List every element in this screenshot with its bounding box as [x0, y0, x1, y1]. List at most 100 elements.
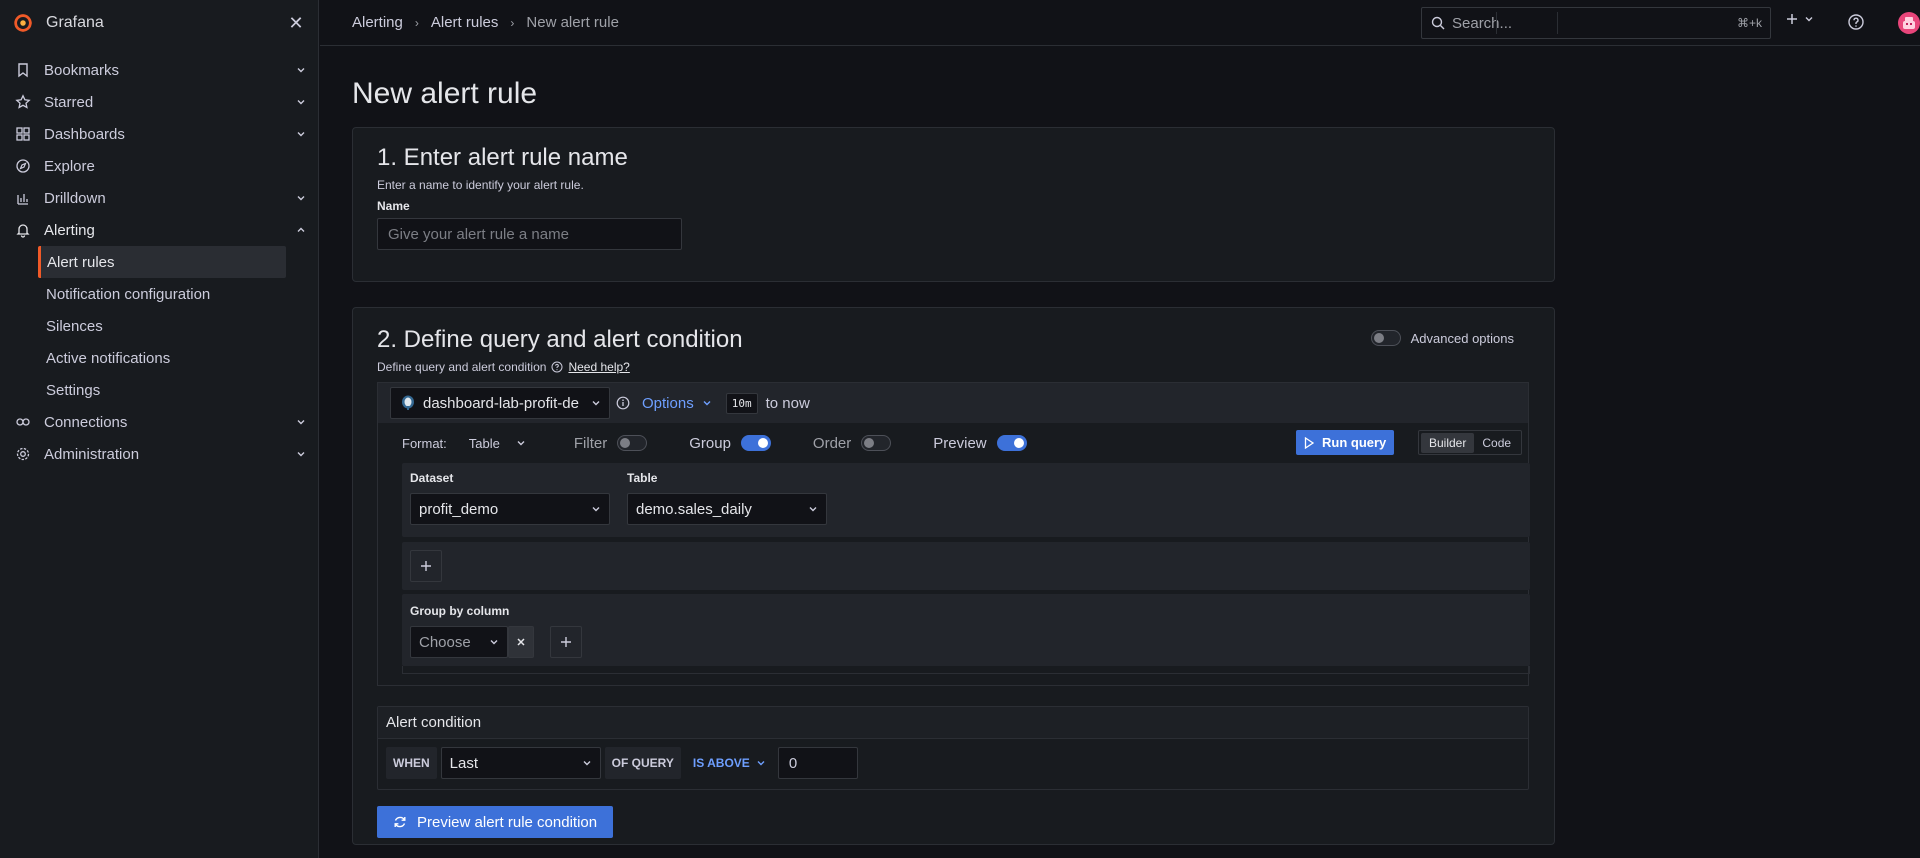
refresh-icon: [394, 816, 406, 828]
compass-icon: [14, 157, 32, 175]
close-menu-icon[interactable]: ✕: [286, 13, 306, 34]
chevron-down-icon[interactable]: [294, 191, 308, 205]
new-menu-button[interactable]: [1784, 11, 1814, 27]
search-placeholder: Search...: [1452, 14, 1513, 32]
query-options-button[interactable]: Options: [642, 395, 712, 412]
columns-panel: [402, 542, 1530, 590]
chevron-down-icon[interactable]: [294, 95, 308, 109]
breadcrumb-current: New alert rule: [526, 14, 619, 31]
sidebar-item-dashboards[interactable]: Dashboards: [0, 118, 318, 150]
nav-menu: Bookmarks Starred Dashboards Explore Dri…: [0, 54, 318, 470]
sidebar-item-explore[interactable]: Explore: [0, 150, 318, 182]
add-column-button[interactable]: [410, 550, 442, 582]
time-range-suffix: to now: [765, 394, 810, 412]
filter-switch: Filter: [574, 435, 648, 452]
search-bar[interactable]: Search... ⌘+k: [1421, 7, 1771, 39]
table-select[interactable]: demo.sales_daily: [627, 493, 827, 525]
advanced-options-toggle[interactable]: [1370, 330, 1401, 346]
sidebar-item-drilldown[interactable]: Drilldown: [0, 182, 318, 214]
mode-code-button[interactable]: Code: [1474, 433, 1519, 453]
help-circle-icon: [551, 361, 563, 373]
format-selector[interactable]: Format: Table: [402, 436, 526, 451]
chevron-down-icon: [809, 507, 817, 512]
add-group-by-button[interactable]: [550, 626, 582, 658]
chevron-down-icon[interactable]: [294, 447, 308, 461]
info-icon[interactable]: [616, 396, 630, 410]
alert-condition-title: Alert condition: [378, 707, 1528, 739]
chevron-down-icon: [703, 401, 711, 406]
when-keyword: WHEN: [386, 747, 437, 779]
rule-name-input[interactable]: [377, 218, 682, 250]
filter-toggle[interactable]: [617, 435, 648, 451]
sidebar-item-label: Drilldown: [44, 189, 106, 207]
format-label: Format:: [402, 435, 447, 451]
bell-icon: [14, 221, 32, 239]
sidebar-subitem-silences[interactable]: Silences: [38, 310, 286, 342]
format-value: Table: [468, 435, 500, 451]
chevron-down-icon: [583, 761, 591, 766]
run-query-button[interactable]: Run query: [1296, 430, 1395, 455]
close-icon: [517, 638, 525, 646]
chevron-down-icon[interactable]: [294, 415, 308, 429]
grafana-logo-icon[interactable]: [12, 12, 34, 34]
group-label: Group: [689, 434, 731, 452]
user-avatar[interactable]: [1898, 12, 1920, 34]
query-header: dashboard-lab-profit-de Options 10m to n…: [378, 383, 1528, 423]
need-help-link[interactable]: Need help?: [568, 360, 629, 374]
help-icon[interactable]: [1847, 13, 1865, 31]
of-query-keyword: OF QUERY: [604, 747, 681, 779]
sidebar-item-label: Bookmarks: [44, 61, 120, 79]
order-toggle[interactable]: [861, 435, 892, 451]
section-subtitle: Enter a name to identify your alert rule…: [377, 178, 584, 192]
preview-toggle[interactable]: [996, 435, 1027, 451]
sidebar-subitem-settings[interactable]: Settings: [38, 374, 286, 406]
postgresql-icon: [402, 395, 414, 410]
sidebar-subitem-alert-rules[interactable]: Alert rules: [38, 246, 286, 278]
chevron-down-icon[interactable]: [294, 63, 308, 77]
preview-switch: Preview: [933, 435, 1027, 452]
preview-condition-button[interactable]: Preview alert rule condition: [377, 806, 614, 838]
group-toggle[interactable]: [740, 435, 771, 451]
sidebar-item-administration[interactable]: Administration: [0, 438, 318, 470]
page-title: New alert rule: [352, 77, 538, 110]
chevron-down-icon: [757, 761, 765, 766]
editor-mode-switch: Builder Code: [1418, 430, 1523, 455]
reducer-select[interactable]: Last: [440, 747, 601, 779]
mode-builder-button[interactable]: Builder: [1421, 432, 1475, 453]
dataset-label: Dataset: [410, 471, 454, 485]
threshold-input[interactable]: [777, 747, 858, 779]
section-subtitle-row: Define query and alert condition Need he…: [377, 360, 743, 374]
sidebar-subitem-active-notifications[interactable]: Active notifications: [38, 342, 286, 374]
play-icon: [1304, 436, 1314, 449]
datasource-picker[interactable]: dashboard-lab-profit-de: [390, 387, 610, 419]
plus-icon: [561, 637, 571, 647]
remove-group-by-button[interactable]: [508, 626, 534, 658]
chevron-down-icon: [490, 640, 498, 645]
chevron-down-icon[interactable]: [294, 127, 308, 141]
run-query-label: Run query: [1322, 435, 1387, 450]
sidebar-item-bookmarks[interactable]: Bookmarks: [0, 54, 318, 86]
advanced-options-label: Advanced options: [1410, 330, 1514, 346]
sidebar-subitem-notification-configuration[interactable]: Notification configuration: [38, 278, 286, 310]
main-content: New alert rule 1. Enter alert rule name …: [320, 47, 1920, 858]
section-rule-name: 1. Enter alert rule name Enter a name to…: [352, 127, 1555, 282]
dataset-select[interactable]: profit_demo: [410, 493, 610, 525]
topbar-divider: [1557, 12, 1558, 34]
apps-icon: [14, 125, 32, 143]
bookmark-icon: [14, 61, 32, 79]
chevron-up-icon[interactable]: [294, 223, 308, 237]
breadcrumb-alert-rules[interactable]: Alert rules: [431, 14, 499, 31]
breadcrumb-alerting[interactable]: Alerting: [352, 14, 403, 31]
relative-time-badge[interactable]: 10m: [725, 392, 758, 414]
group-by-select[interactable]: Choose: [410, 626, 508, 658]
sidebar-item-alerting[interactable]: Alerting: [0, 214, 318, 246]
sidebar-item-label: Dashboards: [44, 125, 125, 143]
plus-icon: [421, 561, 431, 571]
chevron-right-icon: ›: [414, 15, 419, 30]
plus-icon: [1787, 14, 1797, 24]
breadcrumb: Alerting › Alert rules › New alert rule: [352, 14, 619, 31]
sidebar-item-starred[interactable]: Starred: [0, 86, 318, 118]
sidebar-item-connections[interactable]: Connections: [0, 406, 318, 438]
evaluator-select[interactable]: IS ABOVE: [685, 747, 774, 779]
table-value: demo.sales_daily: [636, 500, 752, 518]
